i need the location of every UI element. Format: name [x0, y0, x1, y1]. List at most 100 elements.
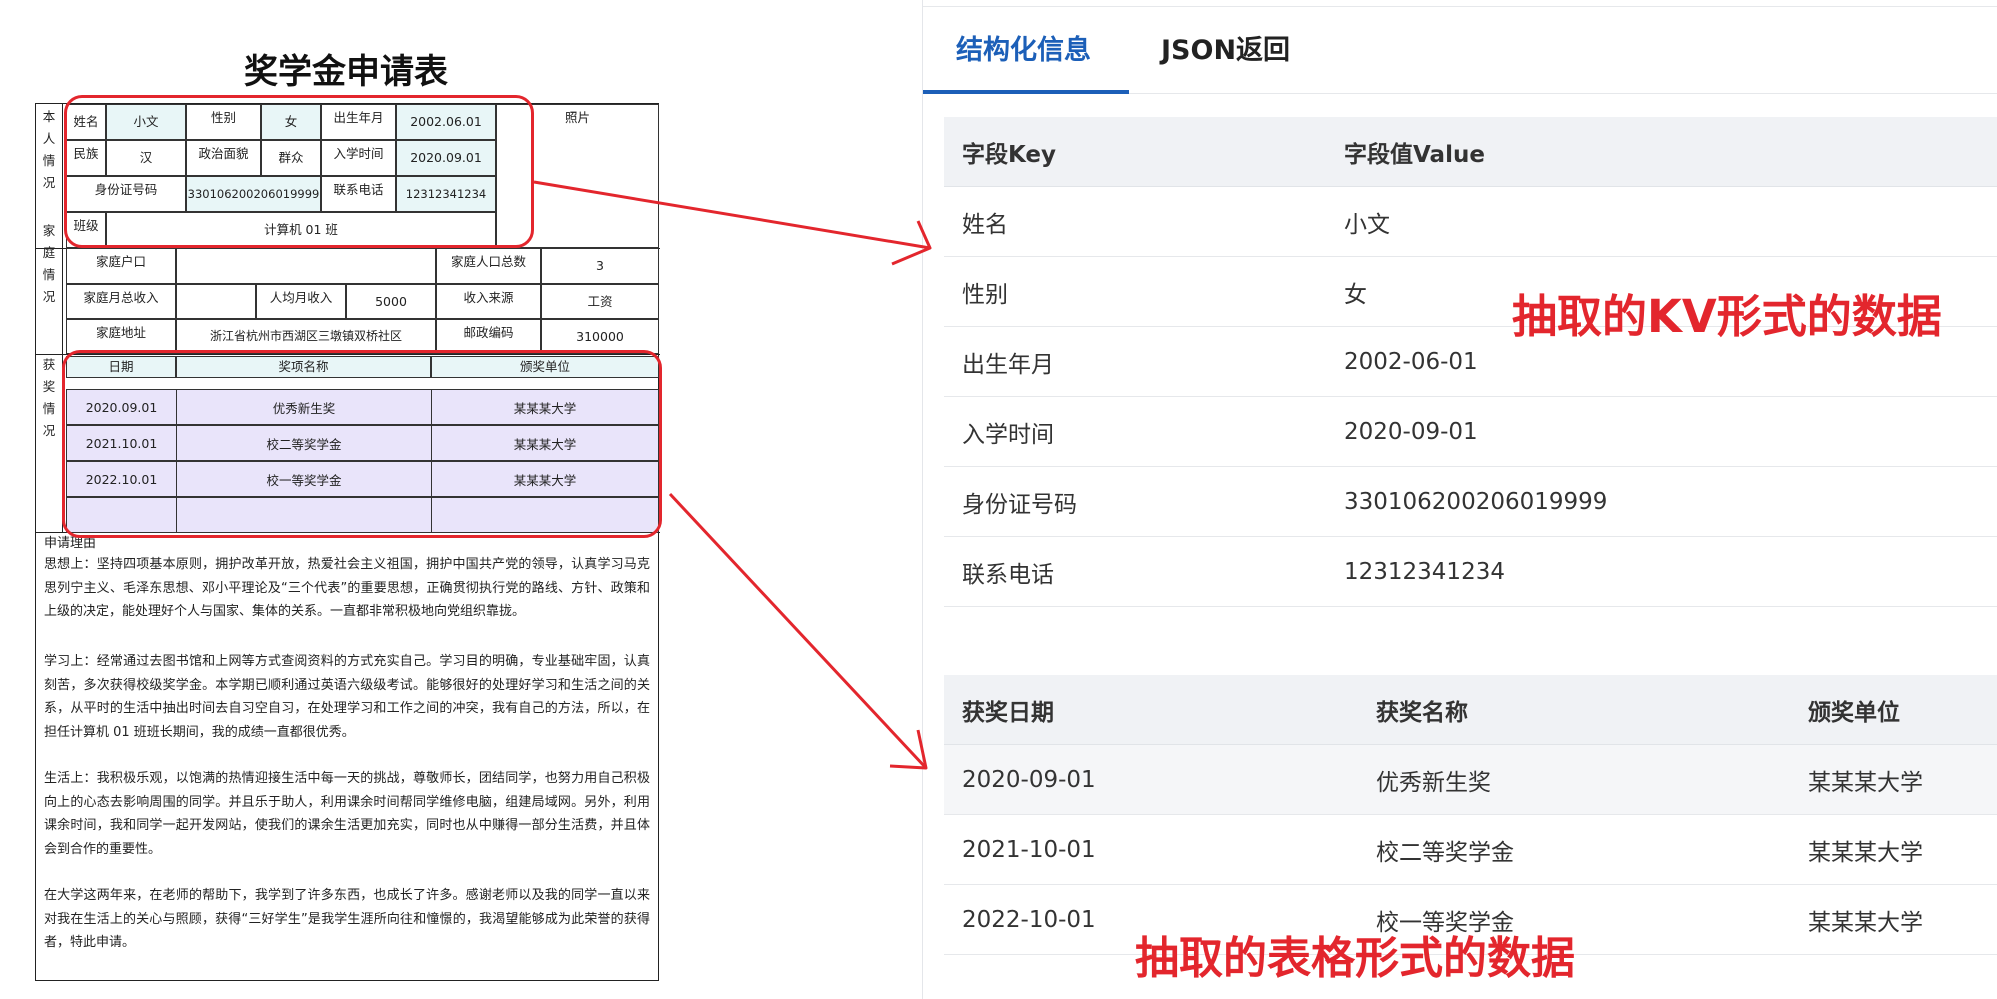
- section-personal-label: 本 人 情 况: [42, 109, 56, 190]
- award-row: 2022.10.01 校一等奖学金 某某某大学: [66, 461, 659, 497]
- kv-value: 女: [1344, 281, 1367, 308]
- hukou-value: [176, 248, 436, 284]
- kv-value: 小文: [1344, 211, 1390, 238]
- birth-label: 出生年月: [321, 104, 396, 140]
- kv-value: 2020-09-01: [1344, 418, 1478, 445]
- award-table-row: 2020-09-01 优秀新生奖 某某某大学: [944, 745, 1997, 815]
- award-table-header: 获奖日期 获奖名称 颁奖单位: [944, 675, 1997, 745]
- hukou-label: 家庭户口: [66, 248, 176, 284]
- award-row: 2021.10.01 校二等奖学金 某某某大学: [66, 425, 659, 461]
- reason-paragraph: 在大学这两年来，在老师的帮助下，我学到了许多东西，也成长了许多。感谢老师以及我的…: [44, 888, 650, 950]
- tab-json-response[interactable]: JSON返回: [1161, 28, 1290, 94]
- phone-label: 联系电话: [321, 176, 396, 212]
- ethnic-value: 汉: [106, 140, 186, 176]
- award-name: 校二等奖学金: [177, 426, 432, 460]
- award-row-empty: [66, 497, 659, 533]
- kv-key: 姓名: [962, 211, 1008, 238]
- tab-structured-info[interactable]: 结构化信息: [923, 28, 1129, 94]
- award-table-row: 2021-10-01 校二等奖学金 某某某大学: [944, 815, 1997, 885]
- result-panel: 结构化信息 JSON返回 字段Key 字段值Value 姓名 小文 性别 女 出…: [922, 0, 1997, 999]
- enroll-value: 2020.09.01: [396, 140, 496, 176]
- award-issuer-cell: 某某某大学: [1808, 909, 1923, 936]
- reason-paragraph: 学习上：经常通过去图书馆和上网等方式查阅资料的方式充实自己。学习目的明确，专业基…: [44, 654, 650, 740]
- kv-row: 身份证号码 330106200206019999: [944, 467, 1997, 537]
- award-header-date: 日期: [66, 356, 176, 378]
- zip-value: 310000: [541, 319, 659, 354]
- award-row: 2020.09.01 优秀新生奖 某某某大学: [66, 389, 659, 425]
- gender-value: 女: [261, 104, 321, 140]
- zip-label: 邮政编码: [436, 319, 541, 354]
- source-label: 收入来源: [436, 284, 541, 319]
- class-value: 计算机 01 班: [106, 212, 496, 248]
- kv-row: 联系电话 12312341234: [944, 537, 1997, 607]
- award-issuer-cell: 某某某大学: [1808, 769, 1923, 796]
- award-col-name-header: 获奖名称: [1376, 699, 1468, 726]
- scholarship-form: 本 人 情 况 家 庭 情 况 获 奖 情 况 姓名 小文 性别 女 出生年月 …: [35, 103, 660, 981]
- kv-header-value: 字段值Value: [1344, 141, 1485, 168]
- kv-value: 12312341234: [1344, 558, 1505, 585]
- award-name: [177, 498, 432, 532]
- section-divider: [62, 104, 63, 532]
- award-col-date-header: 获奖日期: [962, 699, 1054, 726]
- award-date: 2021.10.01: [67, 426, 177, 460]
- kv-header-key: 字段Key: [962, 141, 1057, 168]
- address-value: 浙江省杭州市西湖区三墩镇双桥社区: [176, 319, 436, 354]
- birth-value: 2002.06.01: [396, 104, 496, 140]
- kv-value: 2002-06-01: [1344, 348, 1478, 375]
- table-annotation-label: 抽取的表格形式的数据: [1135, 933, 1575, 984]
- kv-key: 性别: [962, 281, 1008, 308]
- kv-table-header: 字段Key 字段值Value: [944, 117, 1997, 187]
- kv-annotation-label: 抽取的KV形式的数据: [1512, 290, 1942, 343]
- award-issuer: [432, 498, 658, 532]
- kv-key: 身份证号码: [962, 491, 1077, 518]
- kv-key: 入学时间: [962, 421, 1054, 448]
- award-header-issuer: 颁奖单位: [431, 356, 659, 378]
- document-preview: 奖学金申请表 本 人 情 况 家 庭 情 况 获 奖 情 况 姓名 小文 性别 …: [0, 0, 920, 999]
- income-value: [176, 284, 256, 319]
- gender-label: 性别: [186, 104, 261, 140]
- avg-income-value: 5000: [346, 284, 436, 319]
- award-name-cell: 校二等奖学金: [1376, 839, 1514, 866]
- form-title: 奖学金申请表: [244, 52, 448, 92]
- phone-value: 12312341234: [396, 176, 496, 212]
- photo-box: 照片: [496, 104, 659, 248]
- kv-table: 字段Key 字段值Value 姓名 小文 性别 女 出生年月 2002-06-0…: [944, 117, 1997, 607]
- enroll-label: 入学时间: [321, 140, 396, 176]
- source-value: 工资: [541, 284, 659, 319]
- reason-title: 申请理由: [44, 536, 97, 551]
- award-date: [67, 498, 177, 532]
- section-award-label: 获 奖 情 况: [42, 357, 56, 438]
- section-rule: [36, 354, 660, 355]
- kv-value: 330106200206019999: [1344, 488, 1608, 515]
- award-issuer: 某某某大学: [513, 436, 577, 452]
- award-issuer: 某某某大学: [513, 400, 577, 416]
- award-date: 2020.09.01: [67, 390, 177, 424]
- address-label: 家庭地址: [66, 319, 176, 354]
- class-label: 班级: [66, 212, 106, 248]
- ethnic-label: 民族: [66, 140, 106, 176]
- award-date-cell: 2020-09-01: [962, 766, 1096, 793]
- tab-bar: 结构化信息 JSON返回: [923, 0, 1997, 94]
- section-family-label: 家 庭 情 况: [42, 223, 56, 304]
- award-name-cell: 优秀新生奖: [1376, 769, 1491, 796]
- kv-row: 入学时间 2020-09-01: [944, 397, 1997, 467]
- reason-paragraph: 思想上：坚持四项基本原则，拥护改革开放，热爱社会主义祖国，拥护中国共产党的领导，…: [44, 557, 650, 619]
- kv-key: 出生年月: [962, 351, 1054, 378]
- avg-income-label: 人均月收入: [256, 284, 346, 319]
- app-root: 奖学金申请表 本 人 情 况 家 庭 情 况 获 奖 情 况 姓名 小文 性别 …: [0, 0, 1997, 999]
- reason-paragraph: 生活上：我积极乐观，以饱满的热情迎接生活中每一天的挑战，尊敬师长，团结同学，也努…: [44, 771, 650, 857]
- award-issuer: 某某某大学: [513, 472, 577, 488]
- id-label: 身份证号码: [66, 176, 186, 212]
- members-value: 3: [541, 248, 659, 284]
- kv-row: 姓名 小文: [944, 187, 1997, 257]
- kv-key: 联系电话: [962, 561, 1054, 588]
- income-label: 家庭月总收入: [66, 284, 176, 319]
- award-col-issuer-header: 颁奖单位: [1808, 699, 1900, 726]
- political-value: 群众: [261, 140, 321, 176]
- award-header-name: 奖项名称: [176, 356, 431, 378]
- award-date-cell: 2021-10-01: [962, 836, 1096, 863]
- award-issuer-cell: 某某某大学: [1808, 839, 1923, 866]
- award-table: 获奖日期 获奖名称 颁奖单位 2020-09-01 优秀新生奖 某某某大学 20…: [944, 675, 1997, 955]
- political-label: 政治面貌: [186, 140, 261, 176]
- award-name: 校一等奖学金: [177, 462, 432, 496]
